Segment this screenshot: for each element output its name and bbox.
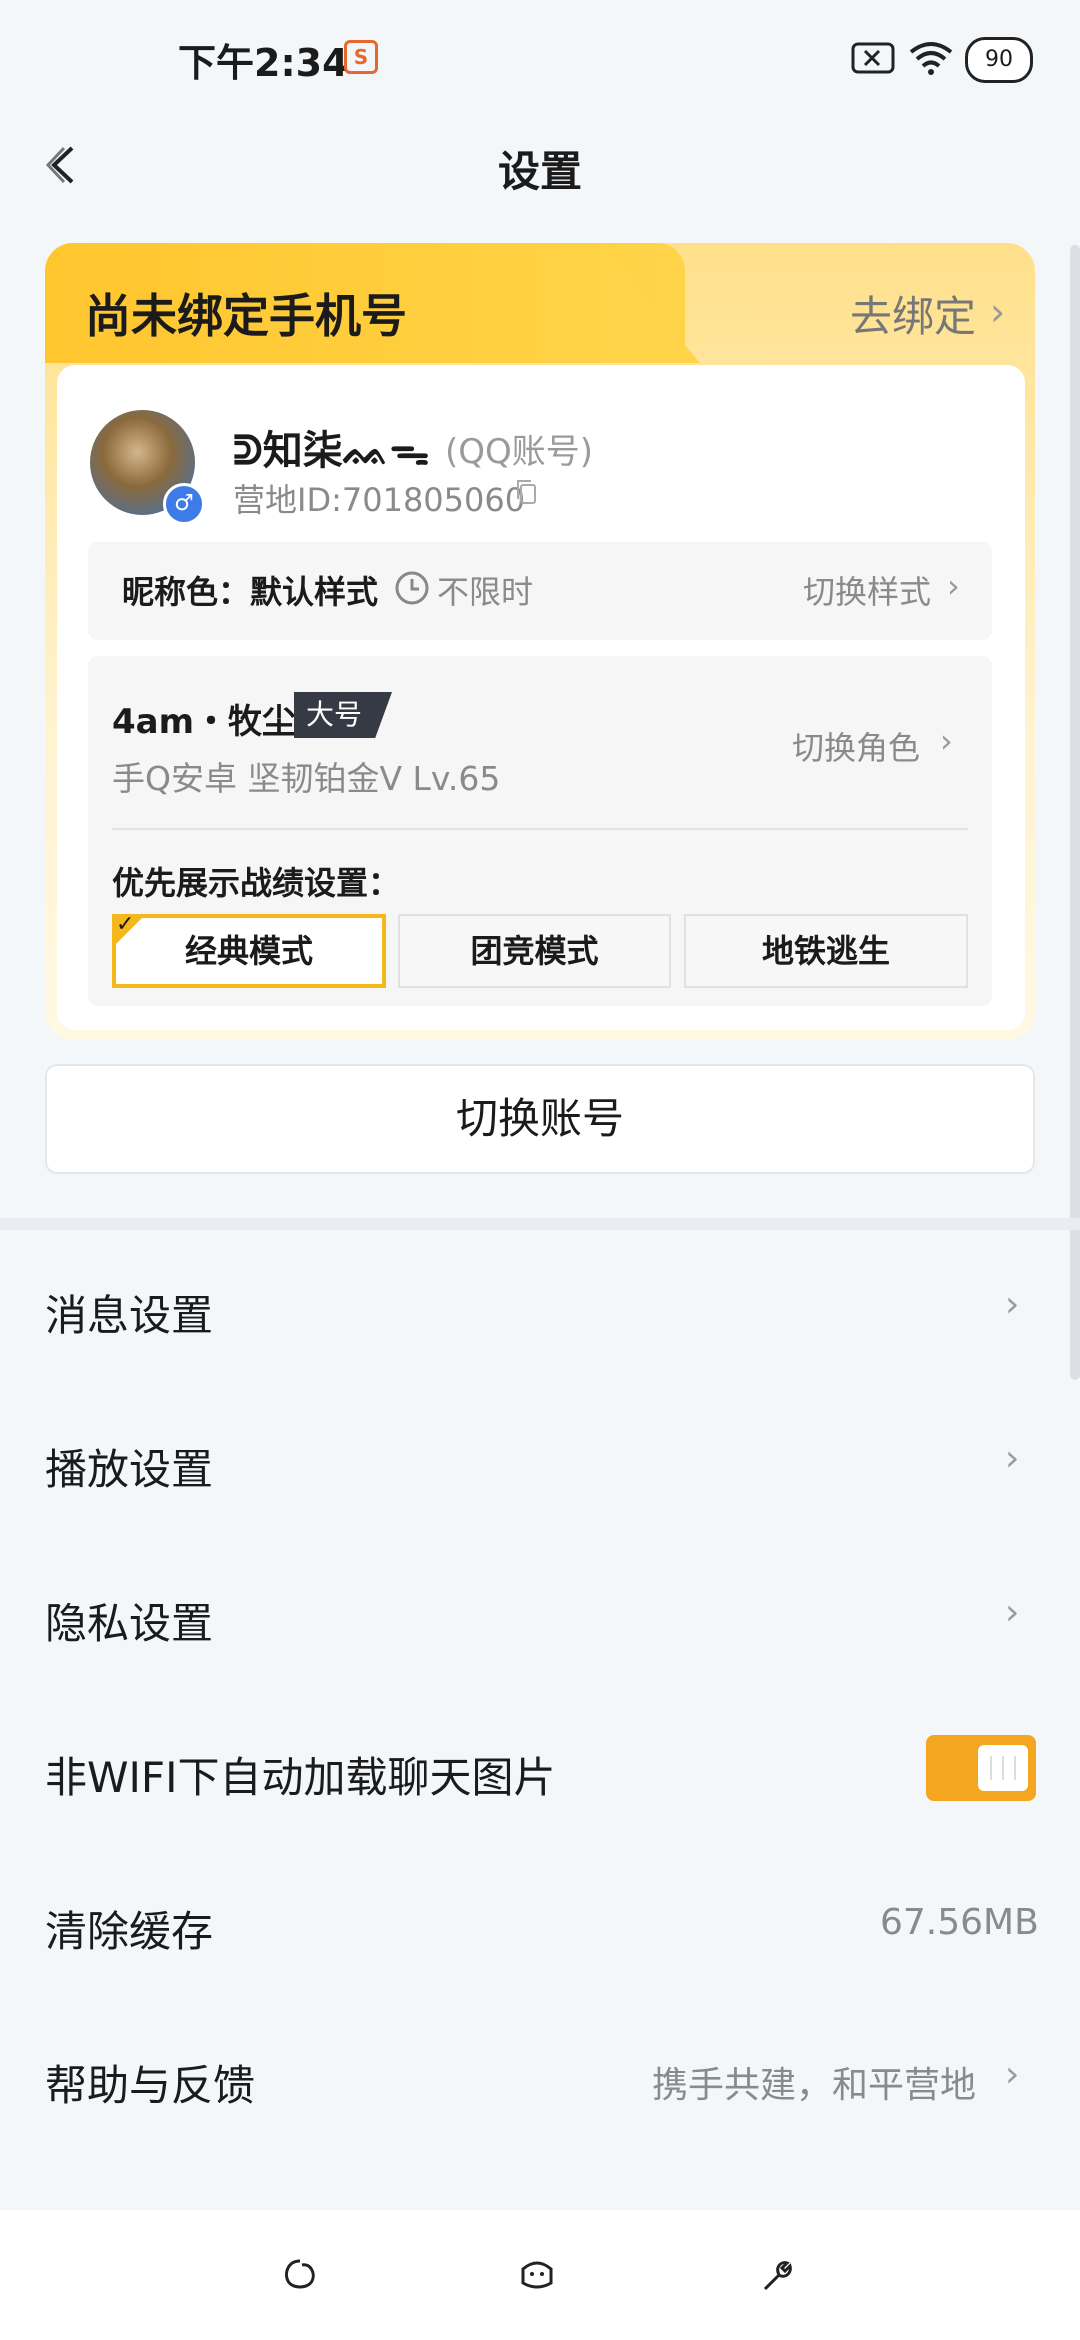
divider <box>112 828 968 830</box>
app-notification-icon: S <box>344 40 378 74</box>
chevron-right-icon: › <box>1005 1592 1020 1633</box>
clear-cache-item[interactable]: 清除缓存 <box>45 1898 213 1959</box>
camp-id: 营地ID:701805060 <box>233 481 526 519</box>
check-icon: ✓ <box>116 912 135 937</box>
nickname-color-label: 昵称色：默认样式 <box>122 573 379 611</box>
knob-grip-line <box>1002 1756 1004 1780</box>
message-settings-item[interactable]: 消息设置 <box>45 1282 213 1343</box>
banner-corner <box>600 243 700 363</box>
wrench-icon[interactable] <box>755 2255 795 2295</box>
battery-icon: 90 <box>965 37 1033 83</box>
mode-classic-button[interactable]: 经典模式 <box>112 914 386 988</box>
copy-icon[interactable] <box>512 477 542 507</box>
account-type: (QQ账号) <box>445 432 594 472</box>
role-info: 手Q安卓 坚韧铂金Ⅴ Lv.65 <box>112 759 501 798</box>
priority-label: 优先展示战绩设置： <box>112 864 401 902</box>
chevron-right-icon: › <box>947 567 960 605</box>
no-sim-icon <box>851 42 895 74</box>
scrollbar[interactable] <box>1070 245 1080 1380</box>
chevron-right-icon: › <box>1005 1284 1020 1325</box>
switch-style-button[interactable]: 切换样式 <box>803 567 931 613</box>
bind-phone-title: 尚未绑定手机号 <box>85 289 407 343</box>
page-title: 设置 <box>497 147 582 196</box>
switch-role-button[interactable]: 切换角色 <box>792 723 920 769</box>
chevron-right-icon: › <box>1005 2054 1020 2095</box>
bind-phone-button[interactable]: 去绑定 <box>850 283 976 344</box>
help-feedback-value: 携手共建，和平营地 <box>652 2065 977 2106</box>
circle-icon[interactable] <box>280 2255 320 2295</box>
cache-size: 67.56MB <box>880 1902 1039 1943</box>
chevron-right-icon: › <box>1005 1438 1020 1479</box>
help-feedback-item[interactable]: 帮助与反馈 <box>45 2052 255 2113</box>
auto-load-images-label: 非WIFI下自动加载聊天图片 <box>45 1753 556 1802</box>
chevron-right-icon: › <box>940 722 953 760</box>
section-divider <box>0 1218 1080 1230</box>
duration-text: 不限时 <box>437 573 534 611</box>
nickname: ᕲ知柒ᨐᯓ <box>233 428 430 474</box>
switch-account-button[interactable]: 切换账号 <box>45 1064 1035 1174</box>
playback-settings-item[interactable]: 播放设置 <box>45 1436 213 1497</box>
mode-team-button[interactable]: 团竞模式 <box>398 914 671 988</box>
status-time: 下午2:34 <box>178 41 349 85</box>
chat-face-icon[interactable] <box>517 2255 557 2295</box>
privacy-settings-item[interactable]: 隐私设置 <box>45 1590 213 1651</box>
wifi-icon <box>909 42 953 75</box>
mode-metro-button[interactable]: 地铁逃生 <box>684 914 968 988</box>
role-name: 4am・牧尘 <box>112 702 297 742</box>
clock-icon <box>395 571 429 605</box>
male-icon: ♂ <box>163 483 205 525</box>
chevron-right-icon: › <box>990 290 1006 334</box>
